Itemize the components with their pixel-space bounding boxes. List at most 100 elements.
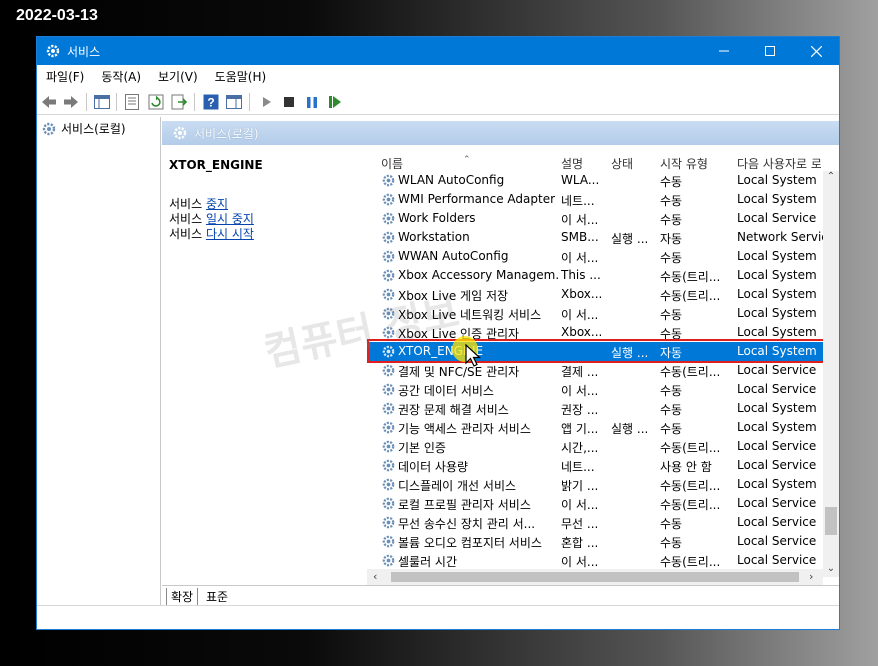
service-desc-cell: SMB... bbox=[561, 230, 599, 244]
toolbar-separator bbox=[116, 93, 117, 111]
service-gear-icon bbox=[382, 535, 395, 548]
service-description-panel: XTOR_ENGINE 서비스 중지 서비스 일시 중지 서비스 다시 시작 bbox=[162, 145, 364, 585]
refresh-button[interactable] bbox=[148, 94, 164, 110]
close-button[interactable] bbox=[793, 37, 839, 65]
service-row[interactable]: 로컬 프로필 관리자 서비스 이 서... 수동(트리... Local Servic… bbox=[367, 494, 825, 513]
scroll-right-icon[interactable]: › bbox=[809, 570, 813, 583]
service-logon-cell: Local Service bbox=[737, 458, 817, 472]
close-icon bbox=[810, 45, 822, 57]
column-header-description[interactable]: 설명 bbox=[561, 155, 583, 172]
stop-service-button[interactable] bbox=[281, 94, 297, 110]
service-row[interactable]: Workstation SMB... 실행 ... 자동 Network Service bbox=[367, 228, 825, 247]
show-console-tree-button[interactable] bbox=[94, 94, 110, 110]
pause-service-button[interactable] bbox=[304, 94, 320, 110]
services-window: 서비스 파일(F) 동작(A) 보기(V) 도움말(H) ? 서비스(로컬) 서… bbox=[36, 36, 840, 630]
tab-standard[interactable]: 표준 bbox=[202, 588, 232, 605]
service-gear-icon bbox=[382, 383, 395, 396]
help-button[interactable]: ? bbox=[203, 94, 219, 110]
service-row[interactable]: WLAN AutoConfig WLA... 수동 Local System bbox=[367, 171, 825, 190]
minimize-icon bbox=[719, 50, 729, 52]
tab-extended[interactable]: 확장 bbox=[166, 588, 199, 606]
service-startup-cell: 수동 bbox=[660, 308, 683, 322]
service-gear-icon bbox=[382, 307, 395, 320]
service-row[interactable]: Xbox Accessory Managem... This ... 수동(트리..… bbox=[367, 266, 825, 285]
service-startup-cell: 수동 bbox=[660, 384, 683, 398]
service-row[interactable]: 셀룰러 시간 이 서... 수동(트리... Local Service bbox=[367, 551, 825, 570]
start-service-button[interactable] bbox=[259, 94, 275, 110]
pane-title: 서비스(로컬) bbox=[194, 126, 259, 141]
scroll-up-icon[interactable]: ⌃ bbox=[823, 171, 839, 182]
service-logon-cell: Local System bbox=[737, 477, 817, 491]
service-row[interactable]: 기능 액세스 관리자 서비스 앱 기... 실행 ... 수동 Local System bbox=[367, 418, 825, 437]
service-logon-cell: Local Service bbox=[737, 496, 817, 510]
service-name-cell: 무선 송수신 장치 관리 서... bbox=[398, 517, 536, 531]
service-desc-cell: 시간,... bbox=[561, 441, 599, 455]
service-row[interactable]: 기본 인증 시간,... 수동(트리... Local Service bbox=[367, 437, 825, 456]
service-row[interactable]: 데이터 사용량 네트... 사용 안 함 Local Service bbox=[367, 456, 825, 475]
menu-view[interactable]: 보기(V) bbox=[149, 68, 206, 85]
service-startup-cell: 수동(트리... bbox=[660, 441, 721, 455]
tree-item-label: 서비스(로컬) bbox=[61, 122, 126, 136]
service-name-cell: Xbox Live 네트워킹 서비스 bbox=[398, 308, 542, 322]
export-list-button[interactable] bbox=[171, 94, 187, 110]
properties-button[interactable] bbox=[124, 94, 140, 110]
service-gear-icon bbox=[382, 250, 395, 263]
horizontal-scroll-thumb[interactable] bbox=[391, 572, 799, 582]
service-logon-cell: Local System bbox=[737, 401, 817, 415]
restart-icon bbox=[329, 96, 341, 108]
service-desc-cell: 네트... bbox=[561, 194, 595, 208]
horizontal-scrollbar[interactable]: ‹ › bbox=[367, 569, 823, 585]
back-button[interactable] bbox=[41, 94, 57, 110]
scroll-left-icon[interactable]: ‹ bbox=[373, 570, 377, 583]
forward-button[interactable] bbox=[63, 94, 79, 110]
column-header-status[interactable]: 상태 bbox=[611, 155, 633, 172]
menu-bar: 파일(F) 동작(A) 보기(V) 도움말(H) bbox=[37, 65, 839, 87]
stop-service-link[interactable]: 중지 bbox=[206, 197, 228, 211]
column-header-startup-type[interactable]: 시작 유형 bbox=[660, 155, 708, 172]
service-desc-cell: 밝기 ... bbox=[561, 479, 599, 493]
restart-service-link[interactable]: 다시 시작 bbox=[206, 227, 254, 241]
service-desc-cell: 무선 ... bbox=[561, 517, 599, 531]
menu-help[interactable]: 도움말(H) bbox=[206, 68, 275, 85]
tree-item-services-local[interactable]: 서비스(로컬) bbox=[41, 120, 126, 137]
pause-service-link[interactable]: 일시 중지 bbox=[206, 212, 254, 226]
service-row[interactable]: Xbox Live 게임 저장 Xbox... 수동(트리... Local Syst… bbox=[367, 285, 825, 304]
service-row[interactable]: Xbox Live 네트워킹 서비스 이 서... 수동 Local System bbox=[367, 304, 825, 323]
action-restart: 서비스 다시 시작 bbox=[169, 225, 254, 242]
service-desc-cell: Xbox... bbox=[561, 325, 603, 339]
service-name-cell: 로컬 프로필 관리자 서비스 bbox=[398, 498, 531, 512]
service-gear-icon bbox=[382, 459, 395, 472]
service-name-cell: Xbox Accessory Managem... bbox=[398, 268, 558, 282]
service-startup-cell: 수동 bbox=[660, 422, 683, 436]
service-row[interactable]: 결제 및 NFC/SE 관리자 결제 ... 수동(트리... Local Servi… bbox=[367, 361, 825, 380]
maximize-button[interactable] bbox=[747, 37, 793, 65]
scroll-down-icon[interactable]: ⌄ bbox=[823, 563, 839, 574]
service-row[interactable]: 공간 데이터 서비스 이 서... 수동 Local Service bbox=[367, 380, 825, 399]
service-startup-cell: 수동(트리... bbox=[660, 270, 721, 284]
service-gear-icon bbox=[382, 440, 395, 453]
window-title: 서비스 bbox=[67, 45, 101, 59]
service-row[interactable]: WMI Performance Adapter 네트... 수동 Local Syst… bbox=[367, 190, 825, 209]
column-header-logon-as[interactable]: 다음 사용자로 로 bbox=[737, 155, 821, 172]
vertical-scrollbar[interactable]: ⌃ ⌄ bbox=[823, 171, 839, 577]
menu-file[interactable]: 파일(F) bbox=[37, 68, 92, 85]
service-row[interactable]: 디스플레이 개선 서비스 밝기 ... 수동(트리... Local System bbox=[367, 475, 825, 494]
date-stamp: 2022-03-13 bbox=[16, 7, 98, 24]
selected-service-name: XTOR_ENGINE bbox=[169, 158, 263, 172]
column-header-name[interactable]: 이름 bbox=[381, 155, 403, 172]
minimize-button[interactable] bbox=[701, 37, 747, 65]
service-name-cell: 디스플레이 개선 서비스 bbox=[398, 479, 517, 493]
menu-action[interactable]: 동작(A) bbox=[92, 68, 149, 85]
service-row[interactable]: 볼륨 오디오 컴포지터 서비스 혼합 ... 수동 Local Service bbox=[367, 532, 825, 551]
service-desc-cell: 이 서... bbox=[561, 308, 599, 322]
vertical-scroll-thumb[interactable] bbox=[825, 507, 837, 535]
service-gear-icon bbox=[382, 288, 395, 301]
service-row[interactable]: 무선 송수신 장치 관리 서... 무선 ... 수동 Local Service bbox=[367, 513, 825, 532]
title-bar[interactable]: 서비스 bbox=[37, 37, 839, 65]
service-row[interactable]: Work Folders 이 서... 수동 Local Service bbox=[367, 209, 825, 228]
view-tabs: 확장 표준 bbox=[162, 585, 839, 606]
restart-service-button[interactable] bbox=[327, 94, 343, 110]
service-row[interactable]: WWAN AutoConfig 이 서... 수동 Local System bbox=[367, 247, 825, 266]
service-row[interactable]: 권장 문제 해결 서비스 권장 ... 수동 Local System bbox=[367, 399, 825, 418]
show-action-pane-button[interactable] bbox=[226, 94, 242, 110]
